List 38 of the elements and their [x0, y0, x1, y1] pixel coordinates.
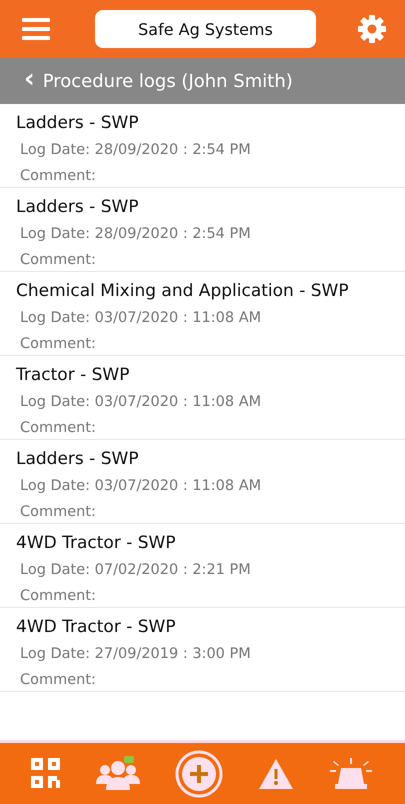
log-comment: Comment:	[19, 503, 97, 522]
back-icon[interactable]: ‹	[24, 66, 35, 92]
log-comment: Comment:	[19, 587, 97, 606]
settings-icon[interactable]	[357, 14, 387, 44]
log-entry[interactable]: Chemical Mixing and Application - SWP Log Date: 03/07/2020 : 11:08 AM Comment:	[0, 272, 405, 356]
log-comment: Comment:	[19, 335, 97, 354]
menu-icon[interactable]	[22, 17, 50, 41]
people-icon[interactable]	[95, 756, 142, 792]
log-entry[interactable]: Ladders - SWP Log Date: 28/09/2020 : 2:54 PM Comment:	[0, 104, 405, 188]
log-title: 4WD Tractor - SWP	[16, 532, 177, 555]
log-comment: Comment:	[19, 167, 97, 186]
log-entry[interactable]: Ladders - SWP Log Date: 03/07/2020 : 11:08 AM Comment:	[0, 440, 405, 524]
log-date: Log Date: 03/07/2020 : 11:08 AM	[19, 309, 262, 328]
log-entry[interactable]: 4WD Tractor - SWP Log Date: 07/02/2020 : 2:21 PM Comment:	[0, 524, 405, 608]
log-title: 4WD Tractor - SWP	[16, 616, 177, 639]
log-date: Log Date: 03/07/2020 : 11:08 AM	[19, 477, 262, 496]
log-date: Log Date: 07/02/2020 : 2:21 PM	[19, 561, 252, 580]
log-entry[interactable]: Ladders - SWP Log Date: 28/09/2020 : 2:54 PM Comment:	[0, 188, 405, 272]
log-date: Log Date: 03/07/2020 : 11:08 AM	[19, 393, 262, 412]
log-date: Log Date: 28/09/2020 : 2:54 PM	[19, 225, 252, 244]
log-comment: Comment:	[19, 251, 97, 270]
log-comment: Comment:	[19, 419, 97, 438]
qr-code-icon[interactable]	[31, 758, 62, 790]
log-comment: Comment:	[19, 671, 97, 690]
page-title: Procedure logs (John Smith)	[42, 70, 293, 92]
add-icon[interactable]	[175, 750, 224, 798]
log-title: Ladders - SWP	[16, 196, 140, 219]
log-title: Chemical Mixing and Application - SWP	[16, 280, 350, 303]
log-entry[interactable]: 4WD Tractor - SWP Log Date: 27/09/2019 : 3:00 PM Comment:	[0, 608, 405, 692]
log-title: Ladders - SWP	[16, 448, 140, 471]
warning-icon[interactable]	[258, 758, 294, 790]
app-title: Safe Ag Systems	[95, 10, 316, 48]
log-date: Log Date: 27/09/2019 : 3:00 PM	[19, 645, 252, 664]
alarm-light-icon[interactable]	[328, 758, 374, 790]
log-date: Log Date: 28/09/2020 : 2:54 PM	[19, 141, 252, 160]
log-title: Ladders - SWP	[16, 112, 140, 135]
log-entry[interactable]: Tractor - SWP Log Date: 03/07/2020 : 11:08 AM Comment:	[0, 356, 405, 440]
log-title: Tractor - SWP	[16, 364, 130, 387]
